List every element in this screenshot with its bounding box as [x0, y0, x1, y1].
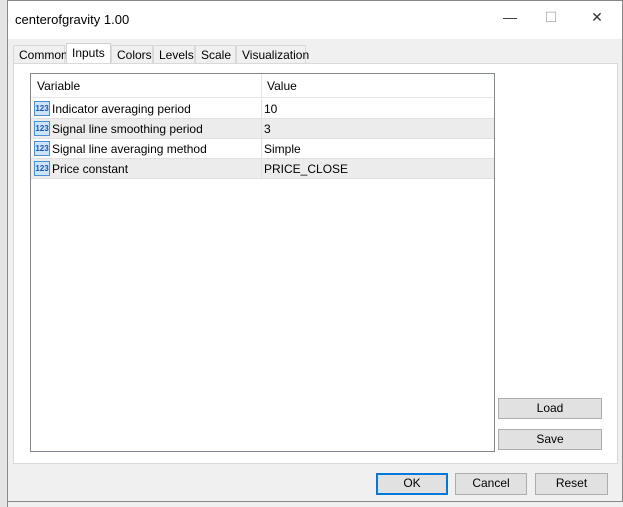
inputs-table[interactable]: Variable Value 123 Indicator averaging p…: [30, 73, 495, 452]
tab-visualization[interactable]: Visualization: [236, 45, 309, 64]
table-header: Variable Value: [31, 74, 494, 98]
window-title: centerofgravity 1.00: [15, 12, 130, 27]
tab-common[interactable]: Common: [13, 45, 68, 64]
column-divider: [261, 119, 262, 139]
integer-icon: 123: [34, 141, 50, 156]
load-button[interactable]: Load: [498, 398, 602, 419]
integer-icon: 123: [34, 121, 50, 136]
column-divider: [261, 99, 262, 119]
table-row[interactable]: 123 Price constant PRICE_CLOSE: [31, 159, 494, 179]
dialog-window: centerofgravity 1.00 — ☐ ✕ Common Inputs…: [7, 0, 623, 502]
table-row[interactable]: 123 Signal line smoothing period 3: [31, 119, 494, 139]
tab-levels[interactable]: Levels: [153, 45, 195, 64]
column-variable[interactable]: Variable: [37, 79, 80, 93]
variable-name: Indicator averaging period: [52, 102, 191, 116]
table-row[interactable]: 123 Signal line averaging method Simple: [31, 139, 494, 159]
close-button[interactable]: ✕: [582, 9, 612, 29]
column-value[interactable]: Value: [267, 79, 297, 93]
variable-name: Signal line averaging method: [52, 142, 207, 156]
tab-inputs[interactable]: Inputs: [66, 43, 111, 64]
variable-value[interactable]: PRICE_CLOSE: [264, 162, 348, 182]
integer-icon: 123: [34, 161, 50, 176]
maximize-button[interactable]: ☐: [536, 9, 566, 29]
tab-colors[interactable]: Colors: [111, 45, 153, 64]
column-divider: [261, 139, 262, 159]
inputs-panel: Variable Value 123 Indicator averaging p…: [13, 63, 618, 464]
variable-name: Price constant: [52, 162, 129, 176]
ok-button[interactable]: OK: [376, 473, 448, 495]
column-divider: [261, 74, 262, 98]
save-button[interactable]: Save: [498, 429, 602, 450]
integer-icon: 123: [34, 101, 50, 116]
minimize-button[interactable]: —: [495, 9, 525, 29]
cancel-button[interactable]: Cancel: [455, 473, 527, 495]
column-divider: [261, 159, 262, 179]
reset-button[interactable]: Reset: [535, 473, 608, 495]
table-row[interactable]: 123 Indicator averaging period 10: [31, 99, 494, 119]
title-bar: centerofgravity 1.00 — ☐ ✕: [8, 1, 622, 39]
tab-scale[interactable]: Scale: [195, 45, 236, 64]
variable-name: Signal line smoothing period: [52, 122, 203, 136]
